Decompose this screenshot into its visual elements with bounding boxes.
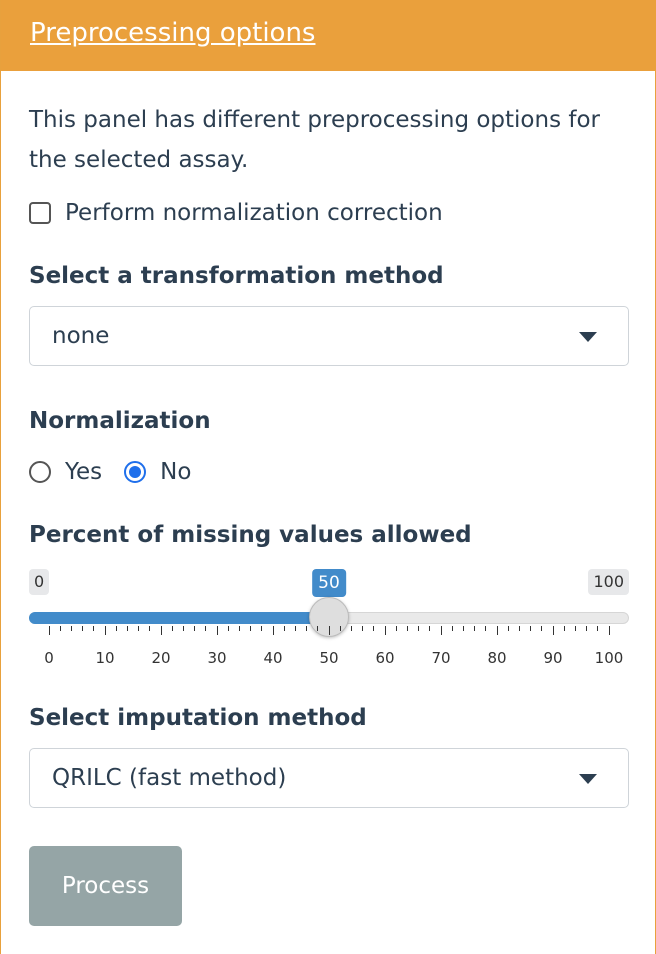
slider-tick-label: 30 xyxy=(207,649,227,667)
slider-major-tick xyxy=(384,626,386,635)
slider-major-tick xyxy=(160,626,162,635)
slider-tick-label: 90 xyxy=(543,649,563,667)
panel-description: This panel has different preprocessing o… xyxy=(29,107,601,173)
process-button[interactable]: Process xyxy=(29,846,182,926)
slider-min-label: 0 xyxy=(29,569,50,595)
slider-major-tick xyxy=(552,626,554,635)
slider-minor-tick xyxy=(294,626,296,631)
slider-tick-label: 0 xyxy=(44,649,54,667)
slider-minor-tick xyxy=(261,626,263,631)
slider-minor-tick xyxy=(317,626,319,631)
slider-minor-tick xyxy=(138,626,140,631)
slider-minor-tick xyxy=(485,626,487,631)
slider-minor-tick xyxy=(362,626,364,631)
caret-down-icon xyxy=(579,332,597,342)
panel-title-link[interactable]: Preprocessing options xyxy=(30,18,315,48)
slider-value-label: 50 xyxy=(312,569,346,597)
slider-major-tick xyxy=(272,626,274,635)
slider-max-label: 100 xyxy=(588,569,629,595)
imputation-selected-value: QRILC (fast method) xyxy=(52,765,287,791)
slider-minor-tick xyxy=(171,626,173,631)
slider-tick-label: 20 xyxy=(151,649,171,667)
slider-minor-tick xyxy=(194,626,196,631)
slider-minor-tick xyxy=(182,626,184,631)
slider-major-tick xyxy=(328,626,330,635)
slider-minor-tick xyxy=(574,626,576,631)
slider-tick-label: 50 xyxy=(319,649,339,667)
transformation-selected-value: none xyxy=(52,323,110,349)
normalization-label: Normalization xyxy=(29,408,211,434)
slider-minor-tick xyxy=(115,626,117,631)
normalization-radio-group: Yes No xyxy=(29,457,213,487)
slider-minor-tick xyxy=(507,626,509,631)
slider-minor-tick xyxy=(563,626,565,631)
slider-minor-tick xyxy=(126,626,128,631)
caret-down-icon xyxy=(579,774,597,784)
slider-minor-tick xyxy=(518,626,520,631)
slider-major-tick xyxy=(496,626,498,635)
slider-major-tick xyxy=(48,626,50,635)
slider-minor-tick xyxy=(93,626,95,631)
slider-minor-tick xyxy=(82,626,84,631)
slider-minor-tick xyxy=(250,626,252,631)
slider-minor-tick xyxy=(597,626,599,631)
slider-minor-tick xyxy=(238,626,240,631)
slider-minor-tick xyxy=(149,626,151,631)
slider-tick-label: 40 xyxy=(263,649,283,667)
slider-minor-tick xyxy=(70,626,72,631)
missing-values-label: Percent of missing values allowed xyxy=(29,522,472,548)
slider-major-tick xyxy=(608,626,610,635)
checkbox-box[interactable] xyxy=(29,202,51,224)
slider-minor-tick xyxy=(406,626,408,631)
radio-no[interactable]: No xyxy=(124,459,191,485)
slider-minor-tick xyxy=(451,626,453,631)
radio-yes[interactable]: Yes xyxy=(29,459,102,485)
slider-minor-tick xyxy=(418,626,420,631)
checkbox-label: Perform normalization correction xyxy=(65,200,443,226)
slider-tick-label: 60 xyxy=(375,649,395,667)
slider-tick-label: 10 xyxy=(95,649,115,667)
panel-header: Preprocessing options xyxy=(1,0,656,71)
slider-fill xyxy=(29,612,329,624)
transformation-label: Select a transformation method xyxy=(29,263,444,289)
slider-minor-tick xyxy=(350,626,352,631)
slider-minor-tick xyxy=(395,626,397,631)
slider-minor-tick xyxy=(59,626,61,631)
slider-minor-tick xyxy=(373,626,375,631)
slider-minor-tick xyxy=(462,626,464,631)
slider-minor-tick xyxy=(306,626,308,631)
slider-tick-label: 70 xyxy=(431,649,451,667)
slider-minor-tick xyxy=(530,626,532,631)
slider-tick-label: 80 xyxy=(487,649,507,667)
radio-no-circle[interactable] xyxy=(124,461,147,483)
preprocessing-panel: Preprocessing options This panel has dif… xyxy=(0,0,656,954)
slider-minor-tick xyxy=(541,626,543,631)
imputation-select[interactable]: QRILC (fast method) xyxy=(29,748,629,808)
radio-yes-circle[interactable] xyxy=(29,461,51,483)
missing-values-slider[interactable]: 0 100 50 0 10 20 30 40 50 60 70 80 90 100 xyxy=(29,565,629,675)
transformation-select[interactable]: none xyxy=(29,306,629,366)
normalization-correction-checkbox[interactable]: Perform normalization correction xyxy=(29,198,443,228)
slider-major-tick xyxy=(216,626,218,635)
slider-minor-tick xyxy=(227,626,229,631)
slider-minor-tick xyxy=(283,626,285,631)
imputation-label: Select imputation method xyxy=(29,705,367,731)
slider-minor-tick xyxy=(586,626,588,631)
slider-major-tick xyxy=(104,626,106,635)
slider-tick-label: 100 xyxy=(594,649,624,667)
slider-minor-tick xyxy=(339,626,341,631)
slider-minor-tick xyxy=(474,626,476,631)
slider-major-tick xyxy=(440,626,442,635)
radio-no-label: No xyxy=(160,459,192,485)
slider-minor-tick xyxy=(205,626,207,631)
radio-yes-label: Yes xyxy=(65,459,103,485)
slider-minor-tick xyxy=(429,626,431,631)
